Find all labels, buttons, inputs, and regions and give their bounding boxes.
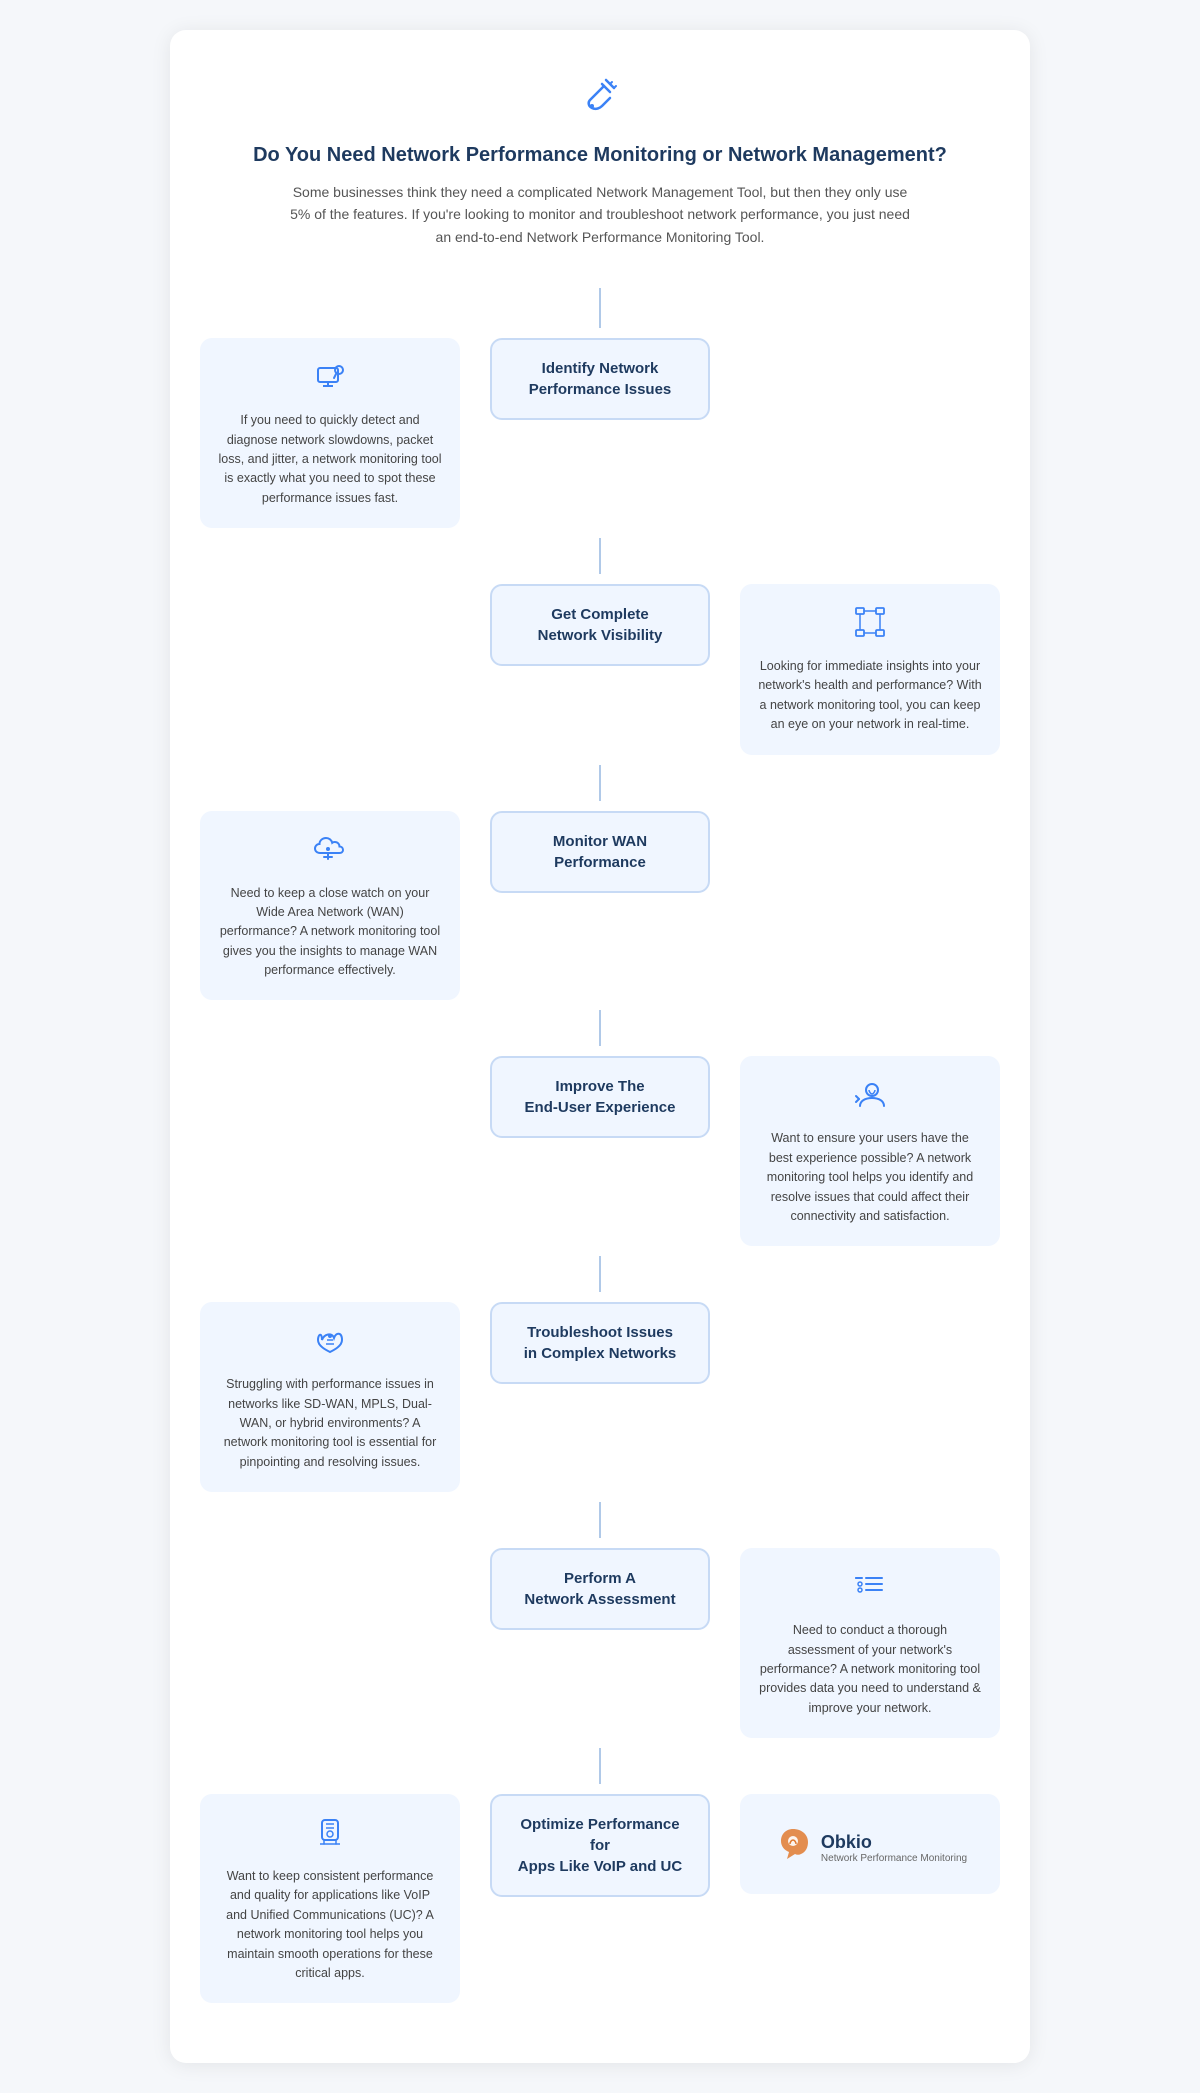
box-visibility: Get CompleteNetwork Visibility — [490, 584, 710, 666]
left-text-identify: If you need to quickly detect and diagno… — [218, 411, 442, 508]
row-enduser: Improve TheEnd-User Experience Want to e… — [200, 1046, 1000, 1256]
row-assessment: Perform ANetwork Assessment Need to cond… — [200, 1538, 1000, 1748]
obkio-name: Obkio — [821, 1832, 967, 1853]
right-text-assessment: Need to conduct a thorough assessment of… — [758, 1621, 982, 1718]
center-wan: Monitor WANPerformance — [490, 811, 710, 893]
assessment-list-icon — [852, 1568, 888, 1611]
right-text-enduser: Want to ensure your users have the best … — [758, 1129, 982, 1226]
box-label-wan: Monitor WANPerformance — [512, 831, 688, 873]
obkio-logo-icon — [773, 1824, 813, 1872]
row-visibility: Get CompleteNetwork Visibility Looking f… — [200, 574, 1000, 765]
header-icon — [200, 70, 1000, 128]
header-title: Do You Need Network Performance Monitori… — [200, 144, 1000, 167]
right-card-assessment: Need to conduct a thorough assessment of… — [740, 1548, 1000, 1738]
center-voip: Optimize Performance forApps Like VoIP a… — [490, 1794, 710, 1897]
left-card-voip: Want to keep consistent performance and … — [200, 1794, 460, 2003]
cloud-monitor-icon — [312, 831, 348, 874]
obkio-tagline: Network Performance Monitoring — [821, 1853, 967, 1864]
user-satisfaction-icon — [852, 1076, 888, 1119]
box-voip: Optimize Performance forApps Like VoIP a… — [490, 1794, 710, 1897]
center-enduser: Improve TheEnd-User Experience — [490, 1056, 710, 1138]
left-card-identify: If you need to quickly detect and diagno… — [200, 338, 460, 528]
box-label-assessment: Perform ANetwork Assessment — [512, 1568, 688, 1610]
left-text-wan: Need to keep a close watch on your Wide … — [218, 884, 442, 981]
right-logo-area: Obkio Network Performance Monitoring — [740, 1794, 1000, 1894]
center-assessment: Perform ANetwork Assessment — [490, 1548, 710, 1630]
right-text-visibility: Looking for immediate insights into your… — [758, 657, 982, 735]
box-assessment: Perform ANetwork Assessment — [490, 1548, 710, 1630]
page-wrapper: Do You Need Network Performance Monitori… — [170, 30, 1030, 2063]
box-identify: Identify NetworkPerformance Issues — [490, 338, 710, 420]
complex-network-icon — [312, 1322, 348, 1365]
right-card-visibility: Looking for immediate insights into your… — [740, 584, 1000, 755]
row-voip: Want to keep consistent performance and … — [200, 1784, 1000, 2013]
box-label-visibility: Get CompleteNetwork Visibility — [512, 604, 688, 646]
network-diagram-icon — [852, 604, 888, 647]
left-text-voip: Want to keep consistent performance and … — [218, 1867, 442, 1983]
box-wan: Monitor WANPerformance — [490, 811, 710, 893]
left-card-troubleshoot: Struggling with performance issues in ne… — [200, 1302, 460, 1492]
box-label-voip: Optimize Performance forApps Like VoIP a… — [512, 1814, 688, 1877]
row-wan: Need to keep a close watch on your Wide … — [200, 801, 1000, 1011]
left-text-troubleshoot: Struggling with performance issues in ne… — [218, 1375, 442, 1472]
center-troubleshoot: Troubleshoot Issuesin Complex Networks — [490, 1302, 710, 1384]
center-identify: Identify NetworkPerformance Issues — [490, 338, 710, 420]
left-card-wan: Need to keep a close watch on your Wide … — [200, 811, 460, 1001]
person-monitor-icon — [312, 358, 348, 401]
header-desc: Some businesses think they need a compli… — [290, 181, 910, 248]
center-visibility: Get CompleteNetwork Visibility — [490, 584, 710, 666]
row-troubleshoot: Struggling with performance issues in ne… — [200, 1292, 1000, 1502]
header-section: Do You Need Network Performance Monitori… — [200, 70, 1000, 248]
box-label-identify: Identify NetworkPerformance Issues — [512, 358, 688, 400]
box-enduser: Improve TheEnd-User Experience — [490, 1056, 710, 1138]
box-label-enduser: Improve TheEnd-User Experience — [512, 1076, 688, 1118]
voip-settings-icon — [312, 1814, 348, 1857]
right-card-enduser: Want to ensure your users have the best … — [740, 1056, 1000, 1246]
box-label-troubleshoot: Troubleshoot Issuesin Complex Networks — [512, 1322, 688, 1364]
row-identify: If you need to quickly detect and diagno… — [200, 328, 1000, 538]
box-troubleshoot: Troubleshoot Issuesin Complex Networks — [490, 1302, 710, 1384]
obkio-logo: Obkio Network Performance Monitoring — [773, 1824, 967, 1872]
